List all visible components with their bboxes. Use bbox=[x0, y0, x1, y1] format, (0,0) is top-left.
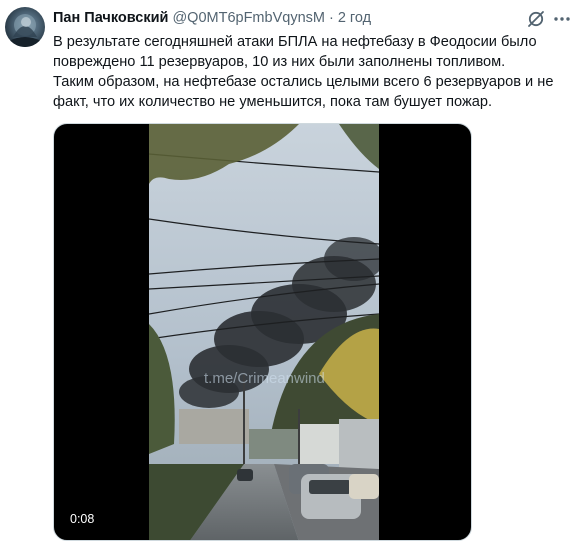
video-player[interactable]: t.me/Crimeanwind 0:08 bbox=[53, 123, 472, 541]
tweet-text: В результате сегодняшней атаки БПЛА на н… bbox=[53, 34, 554, 110]
video-frame bbox=[149, 124, 379, 540]
grok-icon[interactable] bbox=[526, 9, 546, 29]
more-icon[interactable] bbox=[552, 9, 572, 29]
tweet[interactable]: Пан Пачковский @Q0MT6pFmbVqynsM · 2 год … bbox=[0, 0, 581, 544]
video-duration: 0:08 bbox=[70, 512, 95, 526]
separator-dot: · bbox=[328, 10, 334, 26]
author-handle[interactable]: @Q0MT6pFmbVqynsM bbox=[172, 10, 325, 26]
author-name[interactable]: Пан Пачковский bbox=[53, 10, 168, 26]
video-watermark: t.me/Crimeanwind bbox=[204, 370, 325, 387]
avatar[interactable] bbox=[5, 7, 45, 47]
timestamp[interactable]: 2 год bbox=[338, 10, 371, 26]
tweet-header: Пан Пачковский @Q0MT6pFmbVqynsM · 2 год bbox=[53, 10, 371, 28]
